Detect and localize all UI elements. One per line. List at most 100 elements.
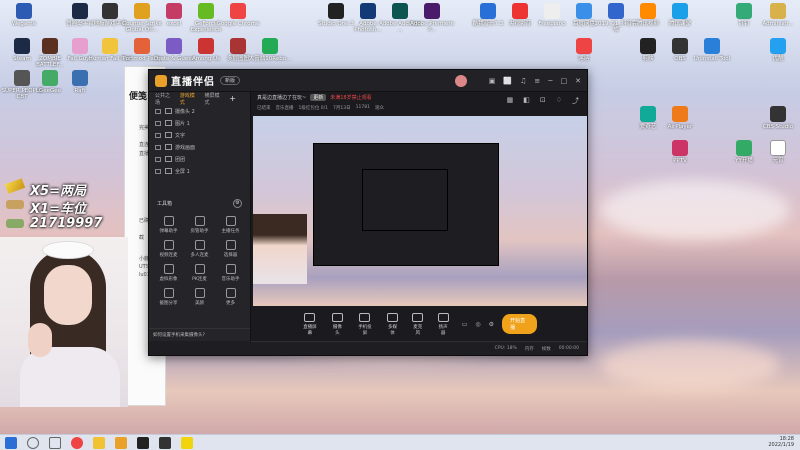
streaming-app-window[interactable]: 直播伴侣 新版 ▣ ⬜ ♫ ≡ ─ □ ✕ 公共之场 游戏模式 横屏模式 + 摄… — [148, 69, 588, 356]
scene-item[interactable]: 游戏画面 — [149, 141, 250, 153]
tab-game[interactable]: 游戏模式 — [180, 92, 197, 106]
tool-screenshot[interactable]: 截图分享 — [153, 288, 184, 306]
scene-item[interactable]: 文字 — [149, 129, 250, 141]
version-badge[interactable]: 新版 — [220, 76, 241, 85]
notes-icon[interactable] — [181, 436, 193, 449]
taskview-icon[interactable] — [49, 436, 61, 449]
nested-app-preview-inner — [362, 169, 448, 231]
scene-item[interactable]: 图片 1 — [149, 117, 250, 129]
desktop-icon[interactable]: 大富翁10Rebo... — [248, 38, 292, 62]
layers-icon[interactable]: ◧ — [523, 96, 530, 106]
tool-pk[interactable]: PK连麦 — [184, 264, 215, 282]
clock[interactable]: 18:28 2022/1/19 — [768, 436, 794, 448]
desktop-icon[interactable]: Google Chrome — [216, 3, 260, 27]
desktop-icon[interactable]: PPTV — [658, 140, 702, 164]
explorer-icon[interactable] — [93, 436, 105, 449]
stream-title[interactable]: 真是边直播边了在玩~ — [257, 94, 306, 101]
desktop-icon[interactable]: AirPlayer — [658, 106, 702, 130]
tool-selector[interactable]: 选择器 — [215, 240, 246, 258]
tool-more[interactable]: 更多 — [215, 288, 246, 306]
bell-icon[interactable]: ♢ — [556, 96, 562, 106]
scene-item[interactable]: 摄像头 2 — [149, 105, 250, 117]
app-icon — [640, 3, 656, 19]
face — [44, 265, 92, 325]
app-icon — [360, 3, 376, 19]
chrome-icon[interactable] — [71, 436, 83, 449]
menu-icon[interactable]: ≡ — [534, 77, 540, 85]
search-icon[interactable] — [27, 436, 39, 449]
tool-avatar[interactable]: 虚拟形象 — [153, 264, 184, 282]
left-panel: 公共之场 游戏模式 横屏模式 + 摄像头 2 图片 1 文字 游戏画面 团团 全… — [149, 92, 251, 341]
user-avatar[interactable] — [454, 74, 467, 87]
desktop-icon[interactable]: Adobe Premiere P... — [410, 3, 454, 34]
close-icon[interactable]: ✕ — [575, 77, 581, 85]
record-icon[interactable]: ▭ — [462, 321, 468, 328]
add-scene-icon[interactable]: + — [229, 94, 236, 103]
media-icon[interactable] — [137, 436, 149, 449]
tool-danmu[interactable]: 弹幕助手 — [153, 216, 184, 234]
scene-item[interactable]: 全屏 1 — [149, 165, 250, 177]
app-icon — [392, 3, 408, 19]
desktop-icon[interactable]: CBS Studio — [756, 106, 800, 130]
app-icon — [72, 70, 88, 86]
microphone-button[interactable]: 麦克风 — [411, 312, 424, 336]
eye-icon[interactable] — [155, 156, 161, 162]
desktop-icon[interactable]: 优酷 — [756, 38, 800, 62]
tab-public[interactable]: 公共之场 — [155, 92, 172, 106]
cloud — [600, 180, 790, 240]
app-icon — [770, 106, 786, 122]
app-icon[interactable] — [159, 436, 171, 449]
desktop-icon[interactable]: 腾讯课堂 — [658, 3, 702, 27]
tool-tasks[interactable]: 主播任务 — [215, 216, 246, 234]
app-titlebar[interactable]: 直播伴侣 新版 ▣ ⬜ ♫ ≡ ─ □ ✕ — [149, 70, 587, 92]
desktop-icon[interactable]: Wegame — [2, 3, 46, 27]
phone-icon — [359, 312, 371, 322]
desktop-icon[interactable]: Administr... — [756, 3, 800, 27]
settings-icon[interactable]: ⚙ — [489, 321, 494, 328]
eye-icon[interactable] — [155, 144, 161, 150]
camera-help-link[interactable]: 如何设置手机采集摄像头? — [149, 328, 250, 341]
start-live-button[interactable]: 开始直播 — [502, 314, 538, 334]
status-bar: CPU: 18% 内存 帧数 00:00:00 — [251, 341, 587, 355]
settings-icon[interactable]: ⚙ — [233, 199, 242, 208]
eye-icon[interactable] — [155, 168, 161, 174]
phone-cast-button[interactable]: 手机投屏 — [356, 312, 374, 336]
lock-icon[interactable]: ⊡ — [540, 96, 546, 106]
windows-start-icon[interactable] — [5, 436, 17, 449]
tool-multi-link[interactable]: 多人连麦 — [184, 240, 215, 258]
main-panel: 真是边直播边了在玩~ 更新 未满18岁禁止观看 已结束 音乐直播 1级红包位 0… — [251, 92, 587, 341]
eye-icon[interactable] — [155, 120, 161, 126]
desktop-icon[interactable]: 元宵 — [756, 140, 800, 164]
eye-icon[interactable]: ◎ — [475, 321, 480, 328]
tool-music[interactable]: 音乐助手 — [215, 264, 246, 282]
app-icon — [672, 106, 688, 122]
share-icon[interactable]: ⤴ — [572, 96, 579, 106]
gift-icon[interactable]: ▣ — [489, 77, 496, 85]
speaker-button[interactable]: 扬声器 — [436, 312, 449, 336]
bottom-actions: 直播屏幕 摄像头 手机投屏 多媒体 麦克风 扬声器 ▭ ◎ ⚙ 开始直播 — [251, 307, 587, 341]
update-tag[interactable]: 更新 — [310, 94, 327, 101]
minimize-icon[interactable]: ─ — [548, 77, 552, 85]
music-icon[interactable]: ♫ — [520, 77, 526, 85]
eye-icon[interactable] — [155, 132, 161, 138]
maximize-icon[interactable]: □ — [561, 77, 568, 85]
window-icon[interactable]: ⬜ — [503, 77, 512, 85]
tool-video-link[interactable]: 视频连麦 — [153, 240, 184, 258]
stream-preview[interactable] — [253, 116, 587, 306]
tool-room-admin[interactable]: 房管助手 — [184, 216, 215, 234]
eye-icon[interactable] — [155, 108, 161, 114]
tool-beauty[interactable]: 美颜 — [184, 288, 215, 306]
grid-icon[interactable]: ▦ — [507, 96, 514, 106]
desktop-icon[interactable]: Raft — [58, 70, 102, 94]
toolbox-header: 工具箱 ⚙ — [149, 191, 250, 212]
camera-button[interactable]: 摄像头 — [331, 312, 344, 336]
desktop-icon[interactable]: Uninstall Tool — [690, 38, 734, 62]
cloud — [600, 340, 780, 390]
screen-share-button[interactable]: 直播屏幕 — [301, 312, 319, 336]
tab-landscape[interactable]: 横屏模式 — [205, 92, 222, 106]
streaming-app-taskbar-icon[interactable] — [115, 436, 127, 449]
multimedia-button[interactable]: 多媒体 — [386, 312, 399, 336]
scene-item[interactable]: 团团 — [149, 153, 250, 165]
desktop-icon[interactable]: 喀喀 — [562, 38, 606, 62]
app-icon — [576, 3, 592, 19]
